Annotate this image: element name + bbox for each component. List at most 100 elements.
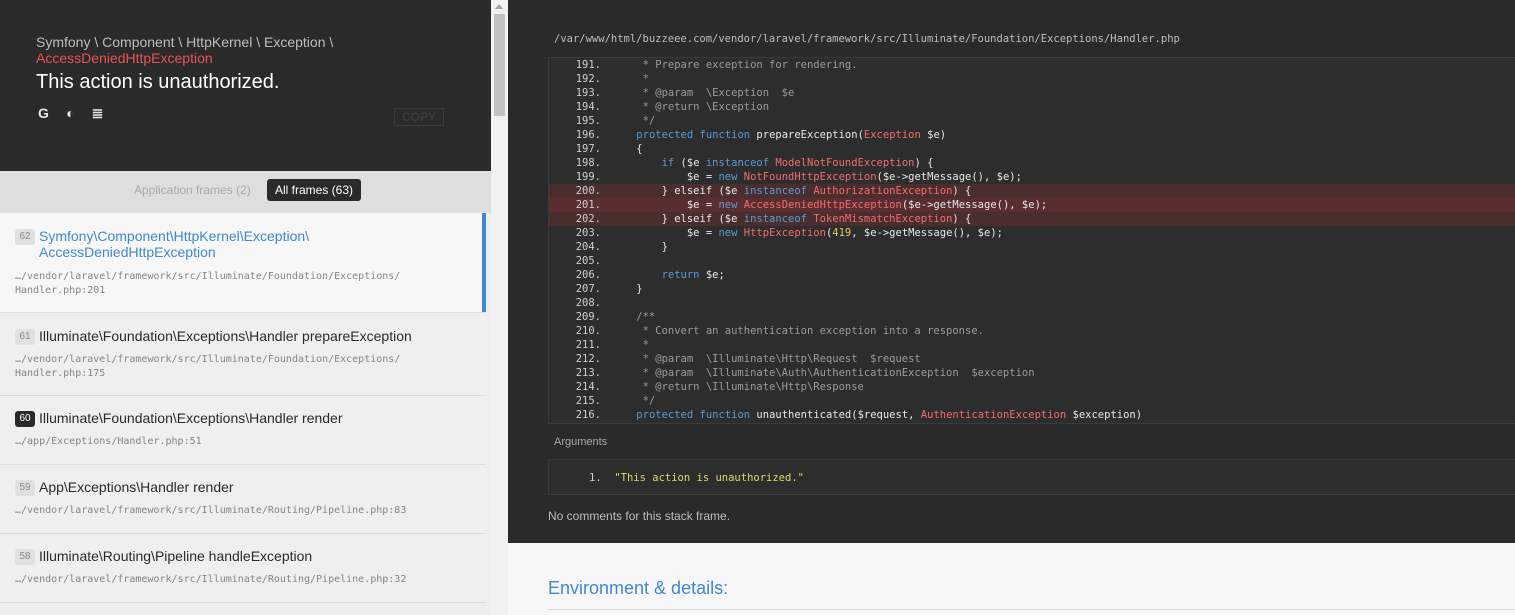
line-text: /** [611, 311, 656, 323]
frame-file: …/vendor/laravel/framework/src/Illuminat… [15, 574, 407, 585]
line-text: $e = new NotFoundHttpException($e->getMe… [611, 171, 1022, 183]
frame-number: 61 [15, 329, 35, 345]
code-line: 212. * @param \Illuminate\Http\Request $… [549, 352, 1515, 366]
frame-item[interactable]: 59 App\Exceptions\Handler render …/vendo… [0, 465, 486, 534]
copy-button[interactable]: COPY [394, 108, 444, 126]
code-line: 202. } elseif ($e instanceof TokenMismat… [549, 212, 1515, 226]
line-text: $e = new AccessDeniedHttpException($e->g… [611, 199, 1048, 211]
code-panel: /var/www/html/buzzeee.com/vendor/laravel… [508, 0, 1515, 543]
environment-section: Environment & details: [508, 543, 1515, 615]
frames-list: 62 Symfony\Component\HttpKernel\Exceptio… [0, 213, 486, 603]
exception-namespace: Symfony \ Component \ HttpKernel \ Excep… [36, 34, 334, 50]
frame-filters: Application frames (2) All frames (63) [0, 171, 491, 213]
line-number: 195. [575, 115, 601, 127]
line-number: 207. [575, 283, 601, 295]
line-number: 214. [575, 381, 601, 393]
code-line: 206. return $e; [549, 268, 1515, 282]
code-line: 211. * [549, 338, 1515, 352]
line-text: * @return \Exception [611, 101, 770, 113]
line-text: * @return \Illuminate\Http\Response [611, 381, 864, 393]
line-number: 212. [575, 353, 601, 365]
frame-number: 59 [15, 480, 35, 496]
frame-class: AccessDeniedHttpException [39, 244, 216, 260]
line-number: 198. [575, 157, 601, 169]
frame-class: Symfony\Component\HttpKernel\Exception\ [39, 228, 310, 244]
frame-class: Illuminate\Foundation\Exceptions\Handler… [39, 410, 343, 426]
line-number: 196. [575, 129, 601, 141]
scrollbar-thumb[interactable] [494, 14, 505, 116]
code-line: 207. } [549, 282, 1515, 296]
code-line: 194. * @return \Exception [549, 100, 1515, 114]
frame-number: 62 [15, 229, 35, 245]
frame-item[interactable]: 60 Illuminate\Foundation\Exceptions\Hand… [0, 396, 486, 465]
line-number: 197. [575, 143, 601, 155]
line-number: 204. [575, 241, 601, 253]
line-text: } [611, 241, 668, 253]
scroll-up-icon[interactable] [495, 4, 503, 9]
argument-value: "This action is unauthorized." [614, 472, 804, 484]
line-number: 213. [575, 367, 601, 379]
frame-file: …/app/Exceptions/Handler.php:51 [15, 436, 202, 447]
line-text: * @param \Exception $e [611, 87, 795, 99]
code-line: 192. * [549, 72, 1515, 86]
line-text: * Prepare exception for rendering. [611, 59, 858, 71]
line-text: * @param \Illuminate\Auth\Authentication… [611, 367, 1035, 379]
no-comments-text: No comments for this stack frame. [548, 509, 731, 523]
search-links: G ◐ ≣ [36, 105, 105, 121]
line-number: 215. [575, 395, 601, 407]
code-block: 191. * Prepare exception for rendering. 1… [548, 57, 1515, 424]
code-line: 216. protected function unauthenticated(… [549, 408, 1515, 422]
arguments-title: Arguments [554, 436, 608, 448]
code-line: 204. } [549, 240, 1515, 254]
line-number: 200. [575, 185, 601, 197]
frame-class: App\Exceptions\Handler render [39, 479, 234, 495]
code-line: 196. protected function prepareException… [549, 128, 1515, 142]
duckduckgo-icon[interactable]: ◐ [63, 105, 78, 121]
application-frames-tab[interactable]: Application frames (2) [134, 183, 251, 197]
code-line: 213. * @param \Illuminate\Auth\Authentic… [549, 366, 1515, 380]
frame-file: Handler.php:175 [15, 368, 106, 379]
code-line: 201. $e = new AccessDeniedHttpException(… [549, 198, 1515, 212]
line-number: 205. [575, 255, 601, 267]
line-number: 209. [575, 311, 601, 323]
google-icon[interactable]: G [36, 105, 51, 121]
code-line: 208. [549, 296, 1515, 310]
line-number: 194. [575, 101, 601, 113]
code-line: 200. } elseif ($e instanceof Authorizati… [549, 184, 1515, 198]
exception-header: Symfony \ Component \ HttpKernel \ Excep… [0, 0, 491, 171]
line-text: protected function prepareException(Exce… [636, 129, 947, 141]
arguments-box: 1. "This action is unauthorized." [548, 459, 1515, 495]
stackoverflow-icon[interactable]: ≣ [90, 105, 105, 121]
line-text: * [611, 339, 649, 351]
frame-class: Illuminate\Routing\Pipeline handleExcept… [39, 548, 313, 564]
divider [548, 609, 1515, 610]
frame-item[interactable]: 62 Symfony\Component\HttpKernel\Exceptio… [0, 213, 486, 313]
scrollbar[interactable] [491, 0, 508, 615]
line-number: 201. [575, 199, 601, 211]
frame-item[interactable]: 61 Illuminate\Foundation\Exceptions\Hand… [0, 313, 486, 396]
frame-item[interactable]: 58 Illuminate\Routing\Pipeline handleExc… [0, 534, 486, 603]
code-line: 210. * Convert an authentication excepti… [549, 324, 1515, 338]
code-line: 215. */ [549, 394, 1515, 408]
all-frames-tab[interactable]: All frames (63) [267, 179, 362, 201]
frame-file: …/vendor/laravel/framework/src/Illuminat… [15, 354, 401, 365]
frame-number: 60 [15, 411, 35, 427]
line-number: 199. [575, 171, 601, 183]
code-line: 197. { [549, 142, 1515, 156]
code-line: 214. * @return \Illuminate\Http\Response [549, 380, 1515, 394]
exception-name: AccessDeniedHttpException [36, 50, 213, 66]
line-number: 210. [575, 325, 601, 337]
line-number: 191. [575, 59, 601, 71]
line-number: 206. [575, 269, 601, 281]
file-path[interactable]: /var/www/html/buzzeee.com/vendor/laravel… [554, 32, 1180, 46]
frame-number: 58 [15, 549, 35, 565]
line-text: * [611, 73, 649, 85]
environment-title: Environment & details: [548, 578, 729, 598]
code-line: 195. */ [549, 114, 1515, 128]
line-text: return $e; [661, 269, 725, 281]
line-text: } [611, 283, 643, 295]
line-text: } elseif ($e instanceof TokenMismatchExc… [611, 213, 972, 225]
line-text: { [611, 143, 643, 155]
line-text: protected function unauthenticated($requ… [636, 409, 1143, 421]
code-line: 193. * @param \Exception $e [549, 86, 1515, 100]
